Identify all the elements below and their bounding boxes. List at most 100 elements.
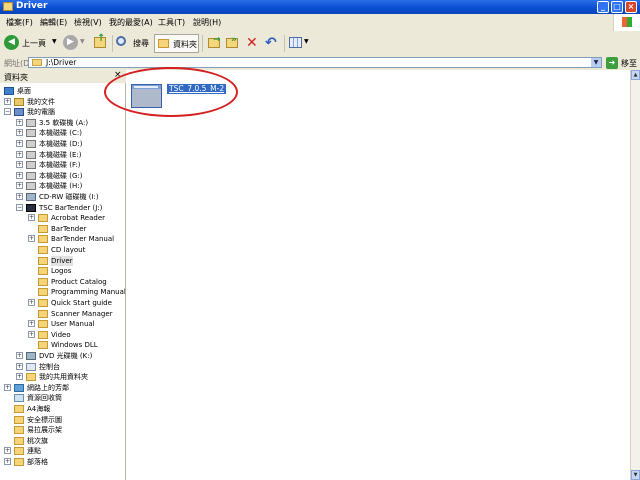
tree-expander[interactable]: + xyxy=(16,129,23,137)
tree-item[interactable]: BarTender xyxy=(28,224,122,234)
tree-expander[interactable]: − xyxy=(4,108,11,116)
vertical-scrollbar[interactable]: ▲ ▼ xyxy=(630,70,640,480)
menu-edit[interactable]: 編輯(E) xyxy=(40,17,67,28)
tree-item[interactable]: + 我的文件 xyxy=(4,97,122,107)
menu-view[interactable]: 檢視(V) xyxy=(74,17,102,28)
tree-item[interactable]: + DVD 光碟機 (K:) xyxy=(16,351,122,361)
tree-item[interactable]: Driver xyxy=(28,255,122,266)
views-button[interactable]: ▼ xyxy=(289,35,311,52)
tree-item[interactable]: 桃次旗 xyxy=(4,436,122,446)
forward-dropdown-icon[interactable]: ▼ xyxy=(80,38,85,45)
delete-x-icon: ✕ xyxy=(246,35,258,51)
folders-pane-title: 資料夾 xyxy=(4,73,28,82)
go-button-label[interactable]: 移至 xyxy=(621,58,637,69)
tree-expander[interactable]: + xyxy=(28,330,35,338)
undo-button[interactable]: ↶ xyxy=(265,35,279,52)
tree-item[interactable]: + 本機磁碟 (C:) xyxy=(16,128,122,138)
back-dropdown-icon[interactable]: ▼ xyxy=(52,38,57,45)
tree-item[interactable]: + 控制台 xyxy=(16,362,122,372)
address-dropdown-icon[interactable]: ▼ xyxy=(591,58,601,67)
tree-item-label: CD layout xyxy=(51,246,86,254)
minimize-button[interactable]: _ xyxy=(597,1,609,13)
tree-item[interactable]: CD layout xyxy=(28,245,122,255)
up-folder-button[interactable]: ↑ xyxy=(93,33,109,52)
tree-expander[interactable]: + xyxy=(16,373,23,381)
menu-favorites[interactable]: 我的最愛(A) xyxy=(109,17,153,28)
tree-expander[interactable]: + xyxy=(4,447,11,455)
tree-expander[interactable]: + xyxy=(16,193,23,200)
tree-expander[interactable]: − xyxy=(16,203,23,211)
tree-expander[interactable]: + xyxy=(16,171,23,179)
tree-expander[interactable]: + xyxy=(28,214,35,222)
tree-item[interactable]: + CD-RW 磁碟機 (I:) xyxy=(16,192,122,202)
close-button[interactable]: × xyxy=(625,1,637,13)
copy-to-button[interactable]: » xyxy=(225,35,239,52)
tree-expander[interactable]: + xyxy=(16,182,23,190)
back-button[interactable]: ◀ 上一頁 ▼ xyxy=(4,35,58,52)
tree-expander[interactable]: + xyxy=(28,299,35,306)
maximize-button[interactable]: □ xyxy=(611,1,623,13)
search-button[interactable]: 搜尋 xyxy=(116,35,152,52)
delete-button[interactable]: ✕ xyxy=(246,35,260,52)
toolbar-separator xyxy=(202,35,203,52)
move-to-button[interactable]: → xyxy=(207,35,221,52)
tree-item[interactable]: + User Manual xyxy=(28,319,122,329)
tree-item[interactable]: + Video xyxy=(28,330,122,340)
tree-item[interactable]: + 本機磁碟 (F:) xyxy=(16,160,122,170)
menu-file[interactable]: 檔案(F) xyxy=(6,17,33,28)
tree-item[interactable]: + 本機磁碟 (D:) xyxy=(16,139,122,149)
go-arrow-icon[interactable]: ➜ xyxy=(606,57,618,69)
tree-item[interactable]: + 部落格 xyxy=(4,457,122,467)
tree-item[interactable]: + Acrobat Reader xyxy=(28,213,122,223)
network-icon xyxy=(14,383,24,392)
tree-item[interactable]: Windows DLL xyxy=(28,340,122,350)
tree-item[interactable]: Product Catalog xyxy=(28,277,122,287)
tree-expander[interactable]: + xyxy=(16,150,23,158)
tree-item[interactable]: − 我的電腦 xyxy=(4,107,122,117)
menu-tools[interactable]: 工具(T) xyxy=(158,17,185,28)
scroll-up-icon[interactable]: ▲ xyxy=(631,70,640,80)
views-dropdown-icon[interactable]: ▼ xyxy=(304,38,309,45)
tree-item[interactable]: 易拉展示架 xyxy=(4,425,122,435)
folder-icon xyxy=(38,246,48,254)
tree-item[interactable]: + Quick Start guide xyxy=(28,298,122,308)
tree-expander[interactable]: + xyxy=(16,362,23,370)
documents-icon xyxy=(14,97,24,106)
tree-expander[interactable]: + xyxy=(16,118,23,126)
tree-expander[interactable]: + xyxy=(16,352,23,359)
folders-button[interactable]: 資料夾 xyxy=(154,34,199,53)
scroll-down-icon[interactable]: ▼ xyxy=(631,470,640,480)
drive-icon xyxy=(26,150,36,159)
back-arrow-icon: ◀ xyxy=(4,35,19,50)
tree-expander[interactable]: + xyxy=(4,97,11,105)
tree-item[interactable]: + 本機磁碟 (E:) xyxy=(16,150,122,160)
tree-expander[interactable]: + xyxy=(4,383,11,391)
tree-item[interactable]: + 連點 xyxy=(4,446,122,456)
tree-expander[interactable]: + xyxy=(16,161,23,169)
tree-item[interactable]: 安全標示圖 xyxy=(4,415,122,425)
tree-item[interactable]: + 網路上的芳鄰 xyxy=(4,383,122,393)
tree-expander[interactable]: + xyxy=(4,458,11,465)
tree-expander[interactable]: + xyxy=(16,140,23,147)
tree-expander[interactable]: + xyxy=(28,235,35,243)
folders-icon xyxy=(158,39,169,48)
tree-item[interactable]: 資源回收筒 xyxy=(4,393,122,403)
tree-item[interactable]: + 本機磁碟 (H:) xyxy=(16,181,122,191)
tree-item[interactable]: Programming Manual xyxy=(28,287,125,297)
tree-item[interactable]: − TSC BarTender (J:) xyxy=(16,203,122,213)
tree-item[interactable]: + 我的共用資料夾 xyxy=(16,372,122,382)
tree-item[interactable]: A4海報 xyxy=(4,404,122,414)
tree-item[interactable]: +3.5 軟碟機 (A:) xyxy=(16,118,122,128)
tree-item-label: Video xyxy=(51,330,71,339)
address-input[interactable]: J:\Driver xyxy=(28,57,602,68)
tree-item-label: TSC BarTender (J:) xyxy=(39,203,103,212)
folder-icon xyxy=(38,277,48,286)
tree-item[interactable]: + 本機磁碟 (G:) xyxy=(16,171,122,181)
forward-button[interactable]: ▶ ▼ xyxy=(63,35,87,52)
tree-item[interactable]: + BarTender Manual xyxy=(28,234,122,244)
tree-item[interactable]: Scanner Manager xyxy=(28,309,122,319)
menu-help[interactable]: 說明(H) xyxy=(193,17,221,28)
tree-item[interactable]: Logos xyxy=(28,266,122,276)
tree-item-label: Logos xyxy=(51,267,72,276)
tree-expander[interactable]: + xyxy=(28,320,35,328)
